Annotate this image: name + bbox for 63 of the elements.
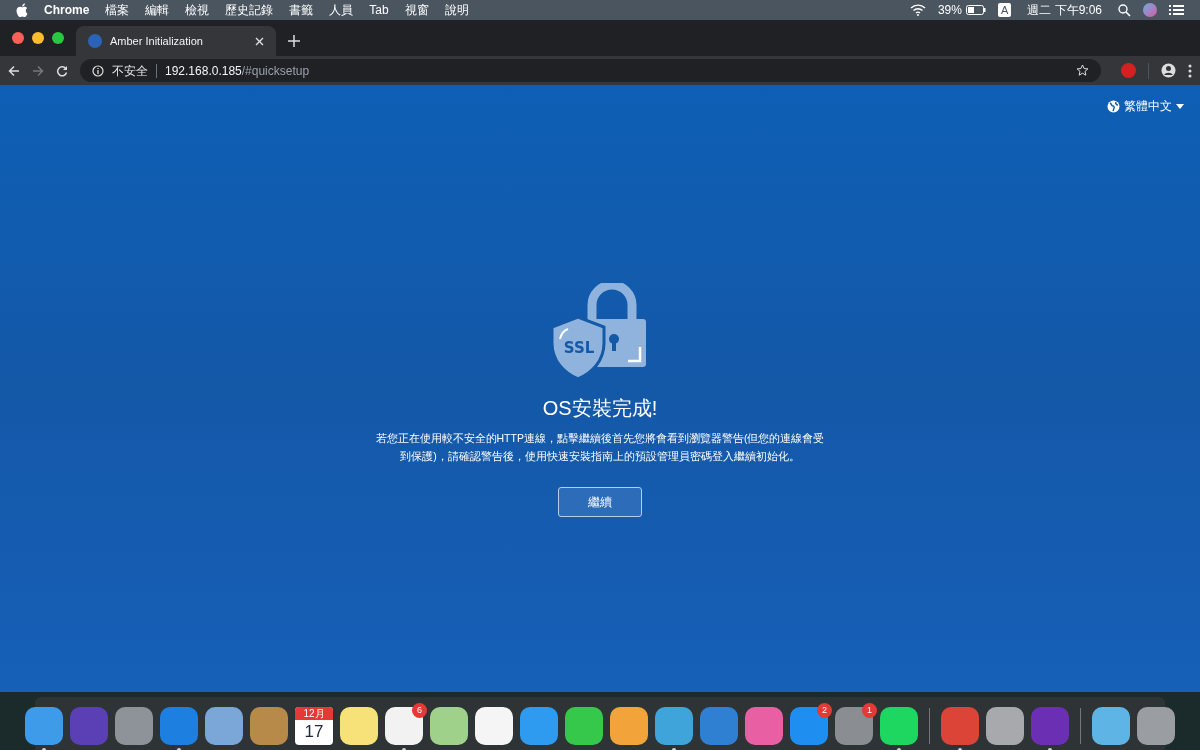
app-icon[interactable] — [565, 707, 603, 745]
menu-item[interactable]: 編輯 — [145, 1, 170, 19]
info-icon[interactable] — [92, 64, 104, 77]
language-selector[interactable]: 繁體中文 — [1107, 97, 1184, 115]
instruction-text: 若您正在使用較不安全的HTTP連線，點擊繼續後首先您將會看到瀏覽器警告(但您的連線會受到保護)，請確認警告後，使用快速安裝指南上的預設管理員密碼登入繼續初始化。 — [375, 431, 825, 464]
zoom-window-button[interactable] — [52, 32, 64, 44]
app-icon[interactable] — [986, 707, 1024, 745]
notification-badge: 2 — [817, 703, 832, 718]
reload-icon[interactable] — [56, 64, 68, 77]
apple-logo-icon[interactable] — [16, 3, 28, 17]
page-title: OS安裝完成! — [542, 396, 658, 421]
tab-title: Amber Initialization — [110, 33, 204, 49]
url-host: 192.168.0.185 — [165, 62, 242, 80]
caret-icon — [1176, 103, 1184, 109]
app-icon[interactable] — [430, 707, 468, 745]
back-arrow-icon[interactable] — [8, 64, 20, 77]
continue-button[interactable]: 繼續 — [558, 487, 642, 517]
more-menu-icon[interactable] — [1188, 63, 1192, 78]
app-icon[interactable] — [385, 707, 423, 745]
app-icon[interactable] — [1092, 707, 1130, 745]
url-path: /#quicksetup — [241, 62, 310, 80]
forward-arrow-icon[interactable] — [32, 64, 44, 77]
close-icon[interactable] — [255, 36, 264, 46]
menu-item[interactable]: 人員 — [329, 1, 354, 19]
menu-item[interactable]: 歷史記錄 — [225, 1, 274, 19]
new-tab-icon[interactable] — [288, 35, 300, 47]
browser-tab[interactable]: Amber Initialization — [76, 26, 276, 56]
app-icon[interactable] — [340, 707, 378, 745]
minimize-window-button[interactable] — [32, 32, 44, 44]
orb-icon[interactable] — [1143, 3, 1157, 17]
calendar-app-icon[interactable]: 12月 17 — [295, 707, 333, 745]
menu-item[interactable]: 檔案 — [105, 1, 130, 19]
close-window-button[interactable] — [12, 32, 24, 44]
wifi-icon[interactable] — [909, 4, 926, 16]
search-icon[interactable] — [1118, 3, 1131, 17]
battery-percent: 39% — [937, 2, 962, 19]
menu-item[interactable]: Tab — [369, 1, 389, 19]
calendar-month: 12月 — [295, 707, 333, 720]
menu-item[interactable]: 視窗 — [404, 1, 429, 19]
menu-item[interactable]: 說明 — [444, 1, 469, 19]
app-icon[interactable] — [205, 707, 243, 745]
profile-icon[interactable] — [1161, 63, 1176, 78]
battery-icon[interactable] — [965, 5, 986, 15]
clock[interactable]: 週二 下午9:06 — [1027, 1, 1102, 19]
globe-icon — [1107, 99, 1120, 113]
app-icon[interactable] — [1137, 707, 1175, 745]
app-menu[interactable]: Chrome — [44, 1, 90, 19]
site-favicon — [88, 34, 102, 48]
ssl-label: SSL — [563, 339, 595, 357]
star-icon[interactable] — [1076, 64, 1089, 77]
app-icon[interactable] — [610, 707, 648, 745]
menu-item[interactable]: 書籤 — [289, 1, 314, 19]
app-icon[interactable] — [880, 707, 918, 745]
input-source-indicator[interactable]: A — [997, 3, 1012, 17]
menu-item[interactable]: 檢視 — [185, 1, 210, 19]
notification-badge: 6 — [412, 703, 427, 718]
list-icon[interactable] — [1169, 4, 1184, 16]
calendar-day: 17 — [304, 720, 324, 744]
app-icon[interactable] — [475, 707, 513, 745]
notification-badge: 1 — [862, 703, 877, 718]
address-bar[interactable]: 不安全 192.168.0.185/#quicksetup — [80, 59, 1101, 82]
app-icon[interactable] — [25, 707, 63, 745]
security-label: 不安全 — [112, 62, 148, 80]
